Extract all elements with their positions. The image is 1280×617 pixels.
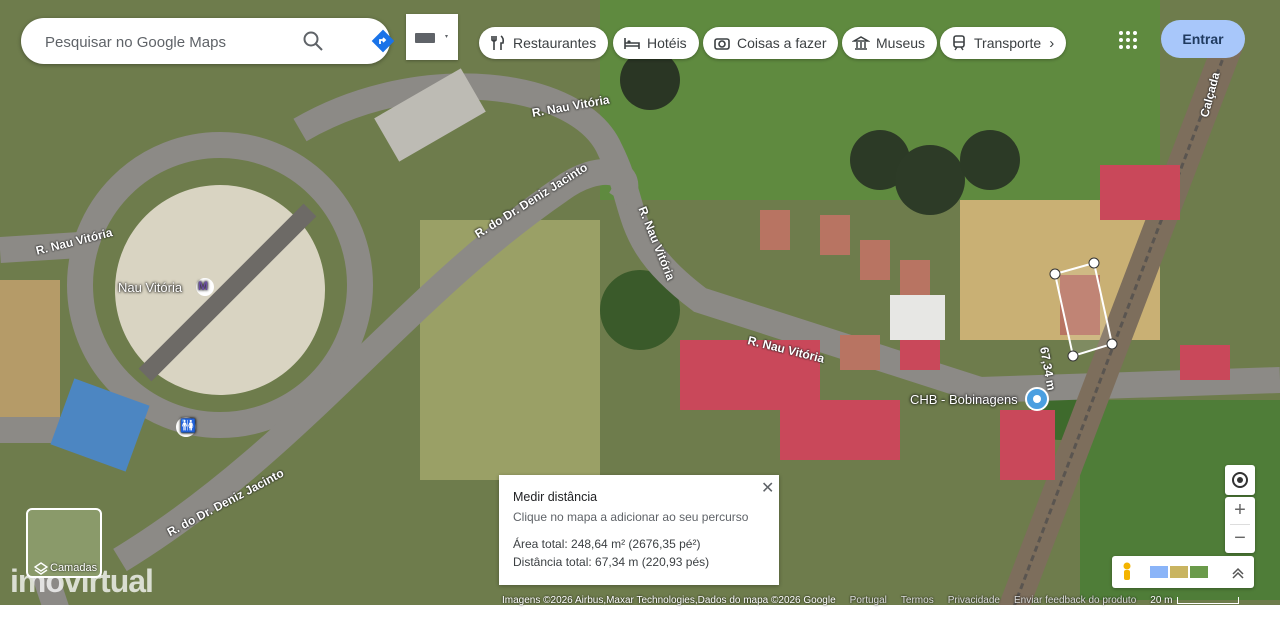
chevron-right-icon[interactable]: › bbox=[1049, 35, 1054, 52]
location-target-icon bbox=[1232, 472, 1248, 488]
measure-title: Medir distância bbox=[513, 490, 598, 504]
measure-distance-panel: Medir distância Clique no mapa a adicion… bbox=[499, 475, 779, 585]
restroom-icon: 🚻 bbox=[180, 418, 197, 433]
layers-label: Camadas bbox=[50, 562, 98, 574]
chip-label: Restaurantes bbox=[513, 35, 597, 51]
attribution-text: Imagens ©2026 Airbus,Maxar Technologies,… bbox=[502, 594, 836, 606]
measure-hint: Clique no mapa a adicionar ao seu percur… bbox=[513, 510, 749, 524]
country-link[interactable]: Portugal bbox=[850, 595, 887, 606]
imagery-thumb-icon[interactable] bbox=[1150, 566, 1168, 578]
chip-transport[interactable]: Transporte › bbox=[940, 27, 1067, 59]
scale-ruler bbox=[1176, 596, 1239, 604]
zoom-control: + − bbox=[1225, 497, 1255, 553]
my-location-button[interactable] bbox=[1225, 465, 1255, 495]
layers-button[interactable]: Camadas bbox=[26, 508, 102, 578]
chip-label: Coisas a fazer bbox=[737, 35, 827, 51]
chip-museums[interactable]: Museus bbox=[842, 27, 938, 59]
pegman-icon[interactable] bbox=[1123, 562, 1131, 581]
scale-label: 20 m bbox=[1150, 594, 1173, 606]
layers-icon bbox=[34, 562, 48, 575]
close-icon[interactable]: ✕ bbox=[761, 478, 774, 498]
feedback-link[interactable]: Enviar feedback do produto bbox=[1014, 595, 1136, 606]
street-view-bar bbox=[1112, 556, 1254, 588]
metro-station-label[interactable]: Nau Vitória bbox=[118, 280, 182, 295]
total-distance: Distância total: 67,34 m (220,93 pés) bbox=[513, 555, 710, 569]
search-box bbox=[21, 18, 395, 64]
zoom-out-button[interactable]: − bbox=[1225, 525, 1255, 552]
chip-label: Hotéis bbox=[647, 35, 687, 51]
scale-bar[interactable]: 20 m bbox=[1150, 594, 1239, 606]
total-area: Área total: 248,64 m² (2676,35 pé²) bbox=[513, 537, 701, 551]
train-icon bbox=[950, 34, 968, 52]
chip-restaurants[interactable]: Restaurantes bbox=[479, 27, 609, 59]
chip-hotels[interactable]: Hotéis bbox=[613, 27, 699, 59]
fork-knife-icon bbox=[489, 34, 507, 52]
metro-icon: M bbox=[198, 279, 208, 293]
zoom-in-button[interactable]: + bbox=[1225, 497, 1255, 524]
sign-in-button[interactable]: Entrar bbox=[1161, 20, 1245, 58]
bed-icon bbox=[623, 34, 641, 52]
chip-label: Transporte bbox=[974, 35, 1042, 51]
chip-things-to-do[interactable]: Coisas a fazer bbox=[703, 27, 839, 59]
privacy-link[interactable]: Privacidade bbox=[948, 595, 1000, 606]
terms-link[interactable]: Termos bbox=[901, 595, 934, 606]
directions-icon[interactable] bbox=[371, 29, 395, 53]
imagery-thumb-icon[interactable] bbox=[1190, 566, 1208, 578]
apps-grid-icon[interactable] bbox=[1117, 29, 1139, 51]
search-input[interactable] bbox=[43, 30, 297, 54]
museum-icon bbox=[851, 34, 871, 52]
business-label[interactable]: CHB - Bobinagens bbox=[910, 392, 1018, 407]
expand-up-icon[interactable] bbox=[1232, 567, 1244, 579]
search-icon[interactable] bbox=[301, 29, 325, 53]
keyboard-input-button[interactable] bbox=[406, 14, 458, 60]
attribution-bar: Imagens ©2026 Airbus,Maxar Technologies,… bbox=[502, 592, 1280, 608]
chip-label: Museus bbox=[876, 35, 926, 51]
imagery-thumb-icon[interactable] bbox=[1170, 566, 1188, 578]
camera-icon bbox=[713, 34, 731, 52]
keyboard-icon bbox=[415, 33, 448, 43]
